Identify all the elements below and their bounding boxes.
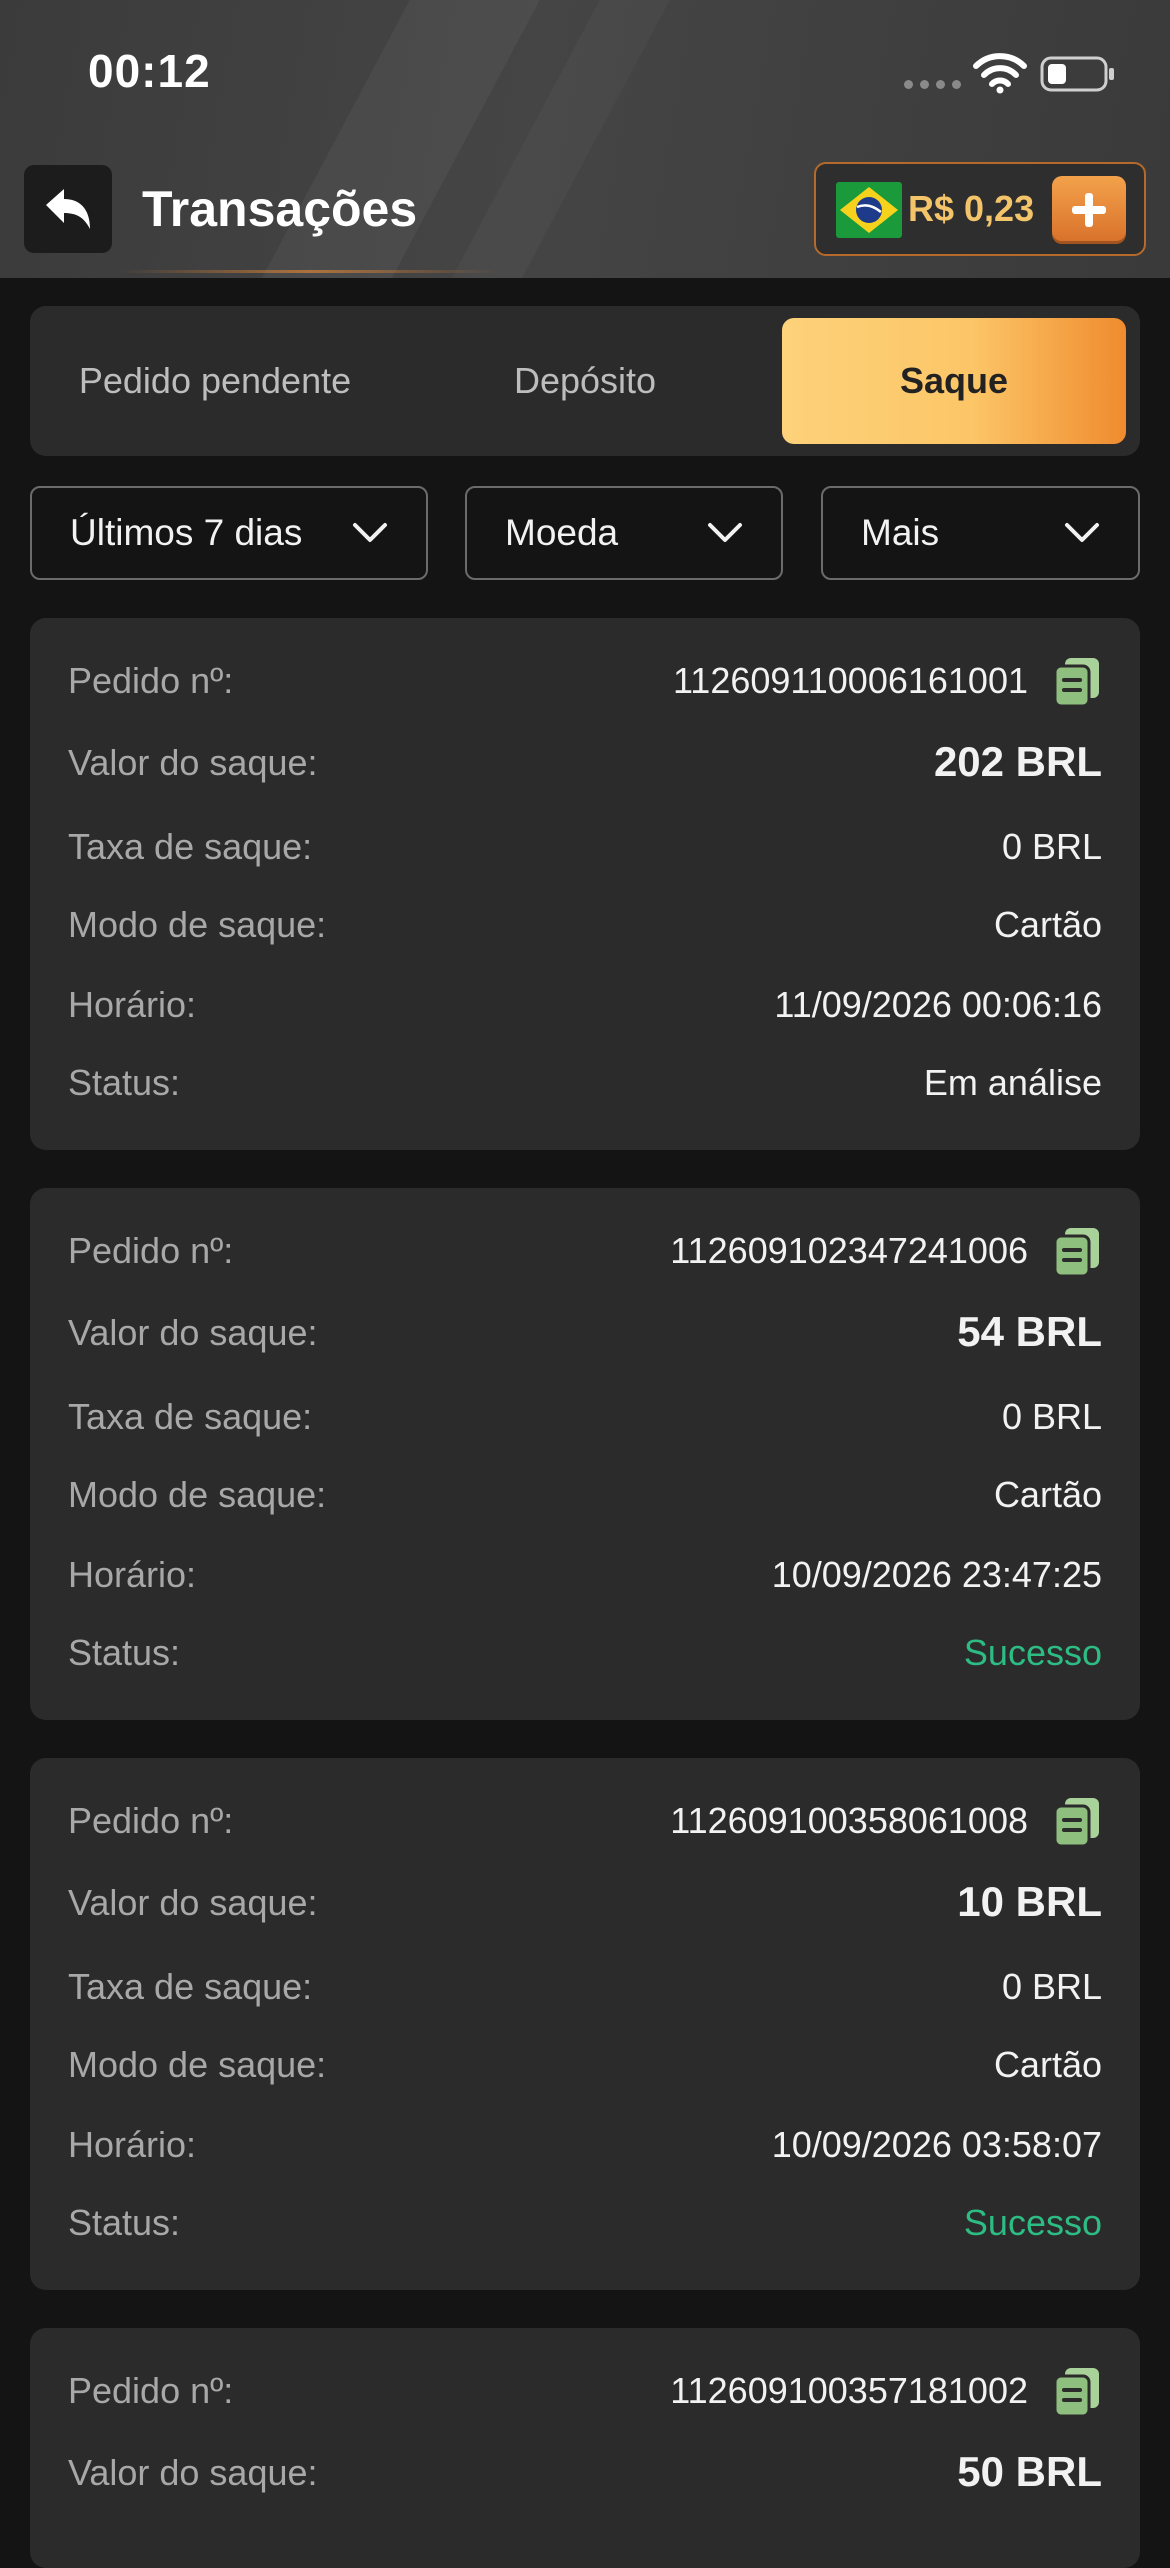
copy-icon[interactable] [1052,1226,1102,1278]
brazil-flag-icon [836,182,902,238]
mode-row: Modo de saque: Cartão [68,1464,1102,1524]
withdrawal-fee: 0 BRL [1001,1396,1102,1437]
transaction-status: Em análise [923,1062,1102,1103]
order-number: 112609100358061008 [670,1800,1028,1841]
copy-icon[interactable] [1052,2366,1102,2418]
status-row: Status: Em análise [68,1052,1102,1112]
copy-icon[interactable] [1052,656,1102,708]
transaction-status: Sucesso [963,1632,1102,1673]
copy-icon[interactable] [1052,1796,1102,1848]
back-button[interactable] [24,165,112,253]
fee-row: Taxa de saque: 0 BRL [68,1386,1102,1446]
order-row: Pedido nº: 112609100358061008 [68,1790,1102,1850]
deposit-plus-button[interactable] [1052,176,1126,244]
tab-deposit[interactable]: Depósito [400,318,770,444]
balance-amount: R$ 0,23 [908,188,1035,229]
time-row: Horário: 10/09/2026 03:58:07 [68,2114,1102,2174]
fee-row: Taxa de saque: 0 BRL [68,1956,1102,2016]
status-row: Status: Sucesso [68,1622,1102,1682]
time-row: Horário: 11/09/2026 00:06:16 [68,974,1102,1034]
status-label: Status: [68,1632,181,1673]
fee-label: Taxa de saque: [68,1396,313,1437]
status-label: Status: [68,2202,181,2243]
battery-icon [1040,56,1114,92]
wifi-icon [973,53,1027,94]
status-time: 00:12 [88,45,211,97]
more-label: Mais [861,512,940,553]
order-label: Pedido nº: [68,1800,234,1841]
fee-row: Taxa de saque: 0 BRL [68,816,1102,876]
back-arrow-icon [46,189,90,229]
header-glow [120,270,500,273]
transaction-time: 10/09/2026 03:58:07 [771,2124,1102,2165]
time-row: Horário: 10/09/2026 23:47:25 [68,1544,1102,1604]
mode-label: Modo de saque: [68,1474,327,1515]
withdrawal-amount: 54 BRL [957,1308,1102,1355]
tab-withdrawal[interactable]: Saque [782,318,1126,444]
order-number: 112609110006161001 [672,660,1028,701]
time-label: Horário: [68,2124,197,2165]
mode-row: Modo de saque: Cartão [68,2034,1102,2094]
amount-label: Valor do saque: [68,1312,318,1353]
plus-icon [1072,193,1106,227]
transaction-status: Sucesso [963,2202,1102,2243]
order-label: Pedido nº: [68,660,234,701]
transaction-card: Pedido nº: 112609100358061008 Valor do s… [30,1758,1140,2290]
withdrawal-fee: 0 BRL [1001,826,1102,867]
fee-label: Taxa de saque: [68,1966,313,2007]
top-bar: 00:12 Transações R$ 0,23 [0,0,1170,278]
currency-dropdown[interactable]: Moeda [465,486,783,580]
more-dropdown[interactable]: Mais [821,486,1140,580]
order-number: 112609102347241006 [670,1230,1028,1271]
withdrawal-amount: 202 BRL [933,738,1102,785]
order-row: Pedido nº: 112609110006161001 [68,650,1102,710]
transaction-card: Pedido nº: 112609102347241006 Valor do s… [30,1188,1140,1720]
amount-row: Valor do saque: 10 BRL [68,1872,1102,1932]
date-range-dropdown[interactable]: Últimos 7 dias [30,486,428,580]
time-label: Horário: [68,1554,197,1595]
chevron-down-icon [1065,523,1099,542]
withdrawal-fee: 0 BRL [1001,1966,1102,2007]
withdrawal-mode: Cartão [993,2044,1102,2085]
filter-bar: Últimos 7 dias Moeda Mais [30,486,1140,580]
mode-label: Modo de saque: [68,2044,327,2085]
currency-label: Moeda [505,512,619,553]
order-row: Pedido nº: 112609100357181002 [68,2360,1102,2420]
page-title: Transações [142,181,418,237]
order-label: Pedido nº: [68,2370,234,2411]
withdrawal-amount: 10 BRL [957,1878,1102,1925]
transaction-time: 11/09/2026 00:06:16 [774,984,1102,1025]
amount-row: Valor do saque: 50 BRL [68,2442,1102,2502]
status-row: Status: Sucesso [68,2192,1102,2252]
amount-row: Valor do saque: 54 BRL [68,1302,1102,1362]
amount-label: Valor do saque: [68,1882,318,1923]
transaction-time: 10/09/2026 23:47:25 [771,1554,1102,1595]
withdrawal-amount: 50 BRL [957,2448,1102,2495]
amount-row: Valor do saque: 202 BRL [68,732,1102,792]
amount-label: Valor do saque: [68,2452,318,2493]
status-label: Status: [68,1062,181,1103]
order-row: Pedido nº: 112609102347241006 [68,1220,1102,1280]
tab-pending-order[interactable]: Pedido pendente [30,318,400,444]
order-label: Pedido nº: [68,1230,234,1271]
date-range-label: Últimos 7 dias [70,512,303,553]
withdrawal-mode: Cartão [993,904,1102,945]
time-label: Horário: [68,984,197,1025]
order-number: 112609100357181002 [670,2370,1028,2411]
transaction-tabs: Pedido pendente Depósito Saque [30,306,1140,456]
transaction-card: Pedido nº: 112609100357181002 Valor do s… [30,2328,1140,2568]
wallet-balance[interactable]: R$ 0,23 [814,162,1146,256]
fee-label: Taxa de saque: [68,826,313,867]
chevron-down-icon [353,523,387,542]
amount-label: Valor do saque: [68,742,318,783]
chevron-down-icon [708,523,742,542]
mode-label: Modo de saque: [68,904,327,945]
transaction-card: Pedido nº: 112609110006161001 Valor do s… [30,618,1140,1150]
cellular-signal-icon [904,80,961,89]
withdrawal-mode: Cartão [993,1474,1102,1515]
mode-row: Modo de saque: Cartão [68,894,1102,954]
